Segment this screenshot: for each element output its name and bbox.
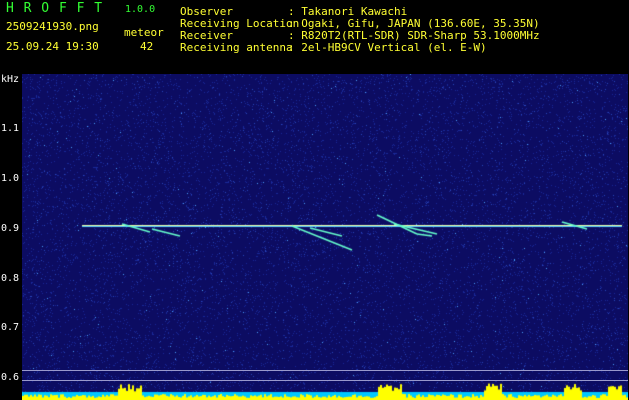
meteor-count: 42 — [140, 40, 154, 53]
hrofft-screen: H R O F F T 1.0.0 2509241930.png meteor … — [0, 0, 629, 400]
y-axis-unit: kHz — [1, 74, 20, 85]
spectrogram — [22, 74, 628, 400]
mode-label: meteor — [124, 26, 164, 39]
datetime: 25.09.24 19:30 — [6, 40, 99, 53]
y-tick: 1.0 — [1, 173, 20, 184]
y-tick: 0.9 — [1, 223, 20, 234]
app-version: 1.0.0 — [125, 4, 156, 15]
y-tick: 0.6 — [1, 372, 20, 383]
y-tick: 1.1 — [1, 123, 20, 134]
filename: 2509241930.png — [6, 20, 99, 33]
reference-line — [22, 380, 628, 381]
reference-line — [22, 370, 628, 371]
spectrogram-canvas — [22, 74, 628, 400]
antenna-label: Receiving antenna — [180, 41, 293, 54]
antenna-value: : 2el-HB9CV Vertical (el. E-W) — [288, 41, 487, 54]
app-name: H R O F F T — [6, 1, 104, 16]
y-tick: 0.7 — [1, 322, 20, 333]
y-tick: 0.8 — [1, 273, 20, 284]
